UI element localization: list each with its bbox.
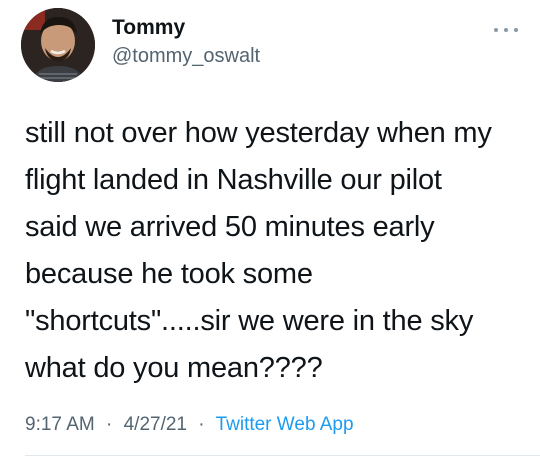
tweet-text-line: what do you mean???? [25,352,323,384]
avatar[interactable] [21,8,95,82]
tweet-meta: 9:17 AM · 4/27/21 · Twitter Web App [25,414,354,436]
tweet-time[interactable]: 9:17 AM [25,414,95,435]
tweet-text-line: still not over how yesterday when my [25,117,492,149]
divider [25,455,540,456]
tweet-text-line: because he took some [25,258,313,290]
tweet-text-line: "shortcuts".....sir we were in the sky [25,305,474,337]
author-handle[interactable]: @tommy_oswalt [112,45,260,68]
meta-separator: · [198,414,205,435]
more-dot [514,28,518,32]
meta-separator: · [106,414,113,435]
more-dot [494,28,498,32]
more-options-icon[interactable] [494,24,518,36]
more-dot [504,28,508,32]
tweet-source-link[interactable]: Twitter Web App [216,414,354,435]
tweet-card: Tommy @tommy_oswalt still not over how y… [0,0,540,461]
tweet-text: still not over how yesterday when my fli… [25,110,525,392]
tweet-date[interactable]: 4/27/21 [124,414,187,435]
tweet-text-line: flight landed in Nashville our pilot [25,164,442,196]
author-name[interactable]: Tommy [112,16,185,40]
tweet-text-line: said we arrived 50 minutes early [25,211,435,243]
